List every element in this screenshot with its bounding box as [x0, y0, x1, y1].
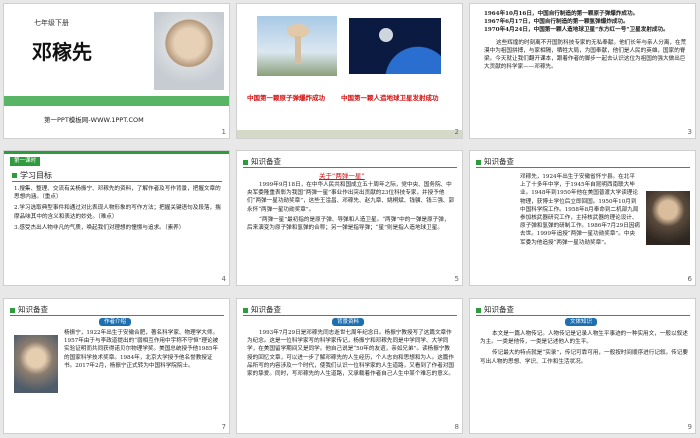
genre-paragraph-1: 本文是一篇人物传记。人物传记是记录人物生平事迹的一种实用文，一般以叙述为主。一类… [480, 331, 688, 346]
note-paragraph: “两弹一星”最初指的是原子弹、导弹和人造卫星。“两弹”中的一弹是原子弹，后来演变… [247, 216, 450, 232]
portrait-photo [154, 12, 224, 90]
divider [12, 181, 222, 182]
section-heading: 知识备查 [10, 304, 48, 315]
green-band [4, 96, 229, 106]
footer-text: 第一PPT模板网-WWW.1PPT.COM [44, 116, 144, 124]
slide-number: 9 [687, 423, 692, 431]
goal-item-1: 1.搜集、整理、交流有关杨振宁、邓稼先的资料，了解作者及写作背景，把握文章的思想… [14, 186, 221, 201]
divider [10, 315, 224, 316]
slide-number: 4 [221, 275, 226, 283]
bullet-icon [476, 307, 481, 313]
bottom-band [237, 130, 462, 138]
divider [243, 167, 457, 168]
mushroom-cloud-photo [257, 16, 337, 76]
slide-thumbnail-3[interactable]: 1964年10月16日，中国自行制造的第一颗原子弹爆炸成功。 1967年6月17… [469, 3, 696, 139]
slide-number: 7 [221, 423, 226, 431]
bullet-icon [476, 159, 481, 165]
slide-title: 邓稼先 [32, 40, 92, 64]
caption-satellite: 中国第一颗人造地球卫星发射成功 [341, 94, 439, 102]
event-line-1: 1964年10月16日，中国自行制造的第一颗原子弹爆炸成功。 [484, 11, 639, 17]
background-paragraph: 1993年7月29日是邓稼先同志逝世七周年纪念日。杨振宁教授写了这篇文章作为纪念… [247, 330, 454, 378]
slide-number: 2 [454, 128, 459, 136]
caption-atomic-bomb: 中国第一颗原子弹爆炸成功 [247, 94, 325, 102]
slide-thumbnail-8[interactable]: 知识备查 背景资料 1993年7月29日是邓稼先同志逝世七周年纪念日。杨振宁教授… [236, 298, 463, 434]
bullet-icon [243, 307, 248, 313]
slide-thumbnail-2[interactable]: 中国第一颗原子弹爆炸成功 中国第一颗人造地球卫星发射成功 2 [236, 3, 463, 139]
section-heading: 学习目标 [12, 170, 52, 181]
slide-number: 3 [687, 128, 692, 136]
divider [476, 167, 690, 168]
bullet-icon [243, 159, 248, 165]
section-heading: 知识备查 [476, 304, 514, 315]
background-label: 背景资料 [332, 318, 365, 326]
event-line-3: 1970年4月24日，中国第一颗人造地球卫星“东方红一号”卫星发射成功。 [484, 27, 669, 34]
intro-paragraph: 这些辉煌的时刻离不开国防科技专家的无私奉献。他们长年与亲人分离，在荒漠中为祖国拼… [484, 39, 687, 71]
grade-label: 七年级下册 [34, 19, 69, 27]
author-paragraph: 杨振宁，1922年出生于安徽合肥，著名科学家、物理学大师。1957年由于与李政道… [64, 330, 219, 369]
divider [476, 315, 690, 316]
body-paragraph: 1999年9月18日，在中华人民共和国成立五十周年之际，党中央、国务院、中央军委… [247, 182, 455, 213]
portrait-photo [14, 335, 58, 393]
goal-item-3: 3.感受杰出人物非凡的气质，唤起我们对理想的憧憬与追求。（素养） [14, 224, 185, 231]
biography-paragraph: 邓稼先，1924年出生于安徽省怀宁县。在北平上了十多年中学，于1945年自昆明西… [520, 174, 641, 246]
bullet-icon [12, 173, 17, 178]
author-label: 作者介绍 [99, 318, 132, 326]
slide-thumbnail-4[interactable]: 第一课时 学习目标 1.搜集、整理、交流有关杨振宁、邓稼先的资料，了解作者及写作… [3, 150, 230, 286]
section-heading: 知识备查 [243, 156, 281, 167]
slide-thumbnail-1[interactable]: 七年级下册 邓稼先 第一PPT模板网-WWW.1PPT.COM 1 [3, 3, 230, 139]
slide-thumbnail-6[interactable]: 知识备查 邓稼先，1924年出生于安徽省怀宁县。在北平上了十多年中学，于1945… [469, 150, 696, 286]
portrait-photo [646, 191, 690, 245]
slide-thumbnail-9[interactable]: 知识备查 文体知识 本文是一篇人物传记。人物传记是记录人物生平事迹的一种实用文，… [469, 298, 696, 434]
satellite-photo [349, 18, 441, 74]
slide-number: 6 [687, 275, 692, 283]
divider [243, 315, 457, 316]
slide-number: 8 [454, 423, 459, 431]
section-heading: 知识备查 [243, 304, 281, 315]
genre-paragraph-2: 传记最大的特点就是“实录”，传记可靠可用，一般按时间顺序进行记叙。传记要写出人物… [480, 350, 688, 365]
event-line-2: 1967年6月17日，中国自行制造的第一颗氢弹爆炸成功。 [484, 19, 629, 26]
lesson-tab: 第一课时 [10, 157, 41, 166]
slide-thumbnail-7[interactable]: 知识备查 作者介绍 杨振宁，1922年出生于安徽合肥，著名科学家、物理学大师。1… [3, 298, 230, 434]
topic-title: 关于“两弹一星” [319, 172, 365, 180]
slide-number: 1 [221, 128, 226, 136]
slide-number: 5 [454, 275, 459, 283]
genre-label: 文体知识 [565, 318, 598, 326]
bullet-icon [10, 307, 15, 313]
slide-thumbnail-5[interactable]: 知识备查 关于“两弹一星” 1999年9月18日，在中华人民共和国成立五十周年之… [236, 150, 463, 286]
top-bar [4, 151, 229, 154]
section-heading: 知识备查 [476, 156, 514, 167]
goal-item-2: 2.学习选取典型事件和通过对比表现人物形象的写作方法；把握关键语句及段落，揣摩品… [14, 205, 221, 220]
